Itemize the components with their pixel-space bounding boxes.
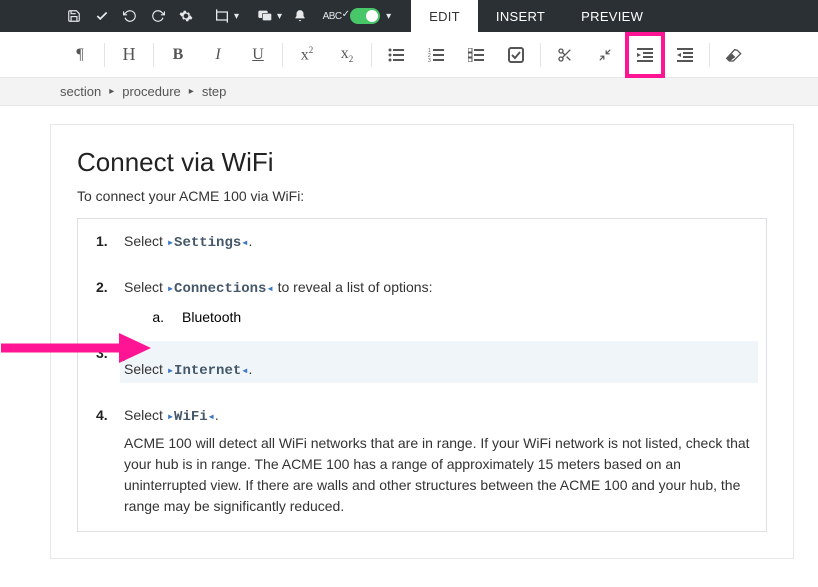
substep-a[interactable]: a. Bluetooth	[78, 303, 766, 331]
lead-paragraph: To connect your ACME 100 via WiFi:	[77, 188, 767, 204]
italic-button[interactable]: I	[198, 32, 238, 78]
page-title: Connect via WiFi	[77, 147, 767, 178]
document-card: Connect via WiFi To connect your ACME 10…	[50, 124, 794, 559]
bell-icon[interactable]	[286, 0, 314, 32]
tab-insert[interactable]: INSERT	[478, 0, 563, 32]
crumb-sep-icon: ▸	[189, 86, 194, 97]
uicontrol: Settings	[167, 235, 249, 251]
spellcheck-toggle[interactable]	[350, 8, 380, 24]
spellcheck-icon[interactable]: ABC✓	[322, 0, 350, 32]
crumb-section[interactable]: section	[60, 84, 101, 99]
step-text: Select	[124, 407, 167, 423]
step-text: .	[249, 233, 253, 249]
step-number: 4.	[90, 407, 124, 423]
eraser-button[interactable]	[714, 32, 754, 78]
uicontrol: Connections	[167, 281, 274, 297]
svg-text:3: 3	[428, 58, 431, 62]
step-number: 2.	[90, 279, 124, 295]
step-number: 1.	[90, 233, 124, 249]
comment-icon[interactable]	[251, 0, 279, 32]
spellcheck-caret[interactable]: ▾	[386, 11, 391, 22]
crumb-step[interactable]: step	[202, 84, 227, 99]
checkbox-button[interactable]	[496, 32, 536, 78]
tab-edit[interactable]: EDIT	[411, 0, 478, 32]
scissors-button[interactable]	[545, 32, 585, 78]
step-description: ACME 100 will detect all WiFi networks t…	[124, 433, 754, 517]
pilcrow-button[interactable]: ¶	[60, 32, 100, 78]
ulist-button[interactable]	[376, 32, 416, 78]
bold-button[interactable]: B	[158, 32, 198, 78]
step-2[interactable]: 2. Select Connections to reveal a list o…	[78, 265, 766, 303]
procedure-block: 1. Select Settings. 2. Select Connection…	[77, 218, 767, 532]
step-text: .	[215, 407, 219, 423]
superscript-button[interactable]: x2	[287, 32, 327, 78]
crumb-sep-icon: ▸	[109, 86, 114, 97]
step-number: 3.	[90, 345, 124, 361]
gear-icon[interactable]	[172, 0, 200, 32]
format-toolbar: ¶ H B I U x2 x2 123	[0, 32, 818, 78]
uicontrol: WiFi	[167, 409, 215, 425]
step-text: .	[249, 361, 253, 377]
top-toolbar: ▾ ▾ ABC✓ ▾ EDIT INSERT PREVIEW	[0, 0, 818, 32]
editor-canvas: Connect via WiFi To connect your ACME 10…	[0, 106, 818, 577]
undo-icon[interactable]	[116, 0, 144, 32]
heading-button[interactable]: H	[109, 32, 149, 78]
indent-button[interactable]	[625, 32, 665, 78]
comment-caret[interactable]: ▾	[277, 11, 282, 22]
collapse-button[interactable]	[585, 32, 625, 78]
redo-icon[interactable]	[144, 0, 172, 32]
crumb-procedure[interactable]: procedure	[122, 84, 181, 99]
step-text: to reveal a list of options:	[274, 279, 433, 295]
outdent-button[interactable]	[665, 32, 705, 78]
tasklist-button[interactable]	[456, 32, 496, 78]
step-4[interactable]: 4. Select WiFi. ACME 100 will detect all…	[78, 393, 766, 531]
step-3[interactable]: 3. |Select Internet.	[78, 331, 766, 393]
crop-caret[interactable]: ▾	[234, 11, 239, 22]
olist-button[interactable]: 123	[416, 32, 456, 78]
text-cursor: |	[122, 345, 126, 361]
substep-text: Bluetooth	[182, 309, 241, 325]
crop-icon[interactable]	[208, 0, 236, 32]
step-text: Select	[124, 279, 167, 295]
step-text: Select	[124, 361, 167, 377]
breadcrumb: section ▸ procedure ▸ step	[0, 78, 818, 106]
step-1[interactable]: 1. Select Settings.	[78, 219, 766, 265]
save-icon[interactable]	[60, 0, 88, 32]
check-icon[interactable]	[88, 0, 116, 32]
subscript-button[interactable]: x2	[327, 32, 367, 78]
step-text: Select	[124, 233, 167, 249]
underline-button[interactable]: U	[238, 32, 278, 78]
substep-letter: a.	[138, 309, 182, 325]
uicontrol: Internet	[167, 363, 249, 379]
tab-preview[interactable]: PREVIEW	[563, 0, 661, 32]
